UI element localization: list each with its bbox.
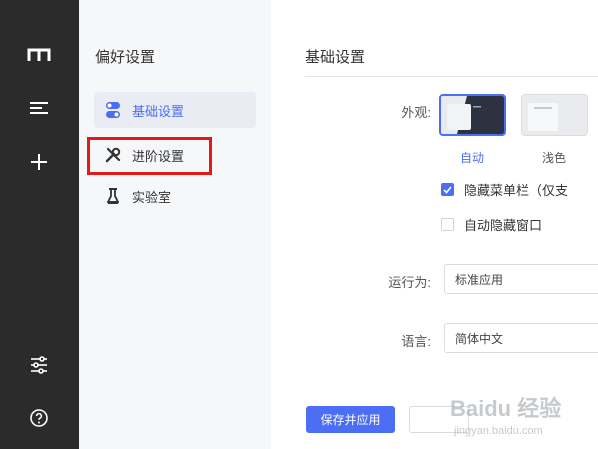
help-icon[interactable] (25, 404, 53, 432)
title-divider (305, 76, 598, 77)
auto-hide-window-checkbox-row[interactable]: 自动隐藏窗口 (441, 215, 542, 234)
appearance-label: 外观: (401, 105, 431, 120)
menu-lines-icon[interactable] (25, 94, 53, 122)
settings-sidebar: 偏好设置 基础设置 进阶设置 实验室 (79, 0, 271, 449)
sidebar-title: 偏好设置 (95, 49, 156, 66)
highlight-annotation-box (87, 137, 212, 175)
main-panel: 基础设置 外观: 自动 浅色 隐藏菜单栏（仅支 自动隐藏窗口 运行为: 标准应用… (271, 0, 598, 449)
hide-menubar-label: 隐藏菜单栏（仅支 (464, 183, 569, 198)
theme-option-auto[interactable] (439, 94, 506, 136)
theme-option-light[interactable] (521, 94, 588, 136)
checkbox-checked[interactable] (441, 183, 454, 196)
baidu-watermark: Baidu 经验 jingyan.baidu.com (448, 384, 588, 440)
page-title: 基础设置 (305, 49, 366, 66)
watermark-brand: Baidu 经验 (450, 396, 561, 421)
theme-caption-light: 浅色 (542, 151, 567, 165)
language-label: 语言: (401, 334, 431, 349)
theme-caption-auto: 自动 (460, 151, 485, 165)
sidebar-item-label: 基础设置 (132, 103, 185, 119)
checkbox-unchecked[interactable] (441, 218, 454, 231)
run-as-label: 运行为: (388, 275, 431, 290)
run-as-value: 标准应用 (455, 272, 504, 287)
hide-menubar-checkbox-row[interactable]: 隐藏菜单栏（仅支 (441, 180, 568, 199)
sidebar-item-basic-settings[interactable]: 基础设置 (94, 92, 256, 128)
sidebar-item-lab[interactable]: 实验室 (94, 178, 256, 214)
save-apply-button[interactable]: 保存并应用 (306, 406, 395, 433)
flask-icon (104, 187, 122, 205)
language-select[interactable]: 简体中文 (444, 323, 598, 353)
plus-icon[interactable] (25, 148, 53, 176)
sliders-icon[interactable] (25, 351, 53, 379)
auto-hide-window-label: 自动隐藏窗口 (464, 218, 543, 233)
logo-m-icon[interactable] (25, 40, 53, 68)
language-value: 简体中文 (455, 331, 504, 346)
left-rail (0, 0, 79, 449)
run-as-select[interactable]: 标准应用 (444, 264, 598, 294)
watermark-url: jingyan.baidu.com (453, 425, 543, 437)
toggle-icon (104, 101, 122, 119)
sidebar-item-label: 实验室 (132, 189, 172, 205)
